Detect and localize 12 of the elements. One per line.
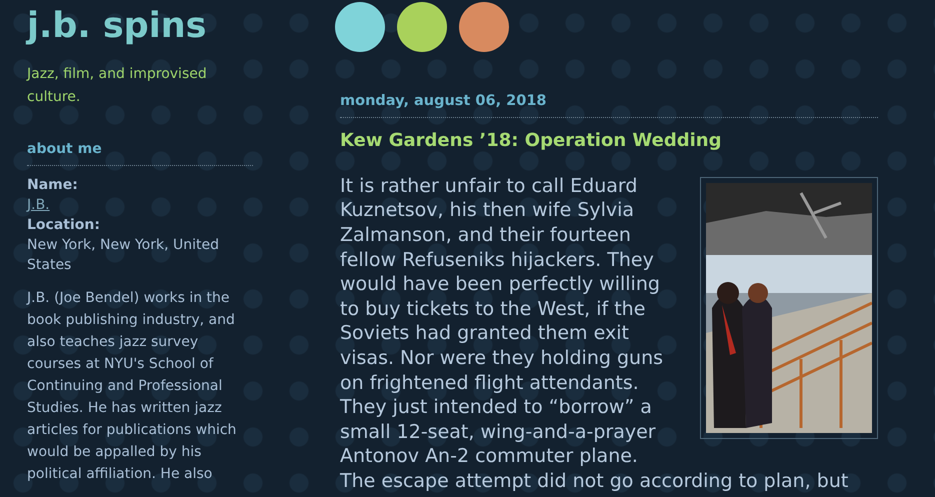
post-date: monday, august 06, 2018 [340,91,878,118]
field-value: New York, New York, United States [27,236,220,275]
blog-tagline: Jazz, film, and improvised culture. [27,65,208,107]
post-body: It is rather unfair to call Eduard Kuznetsov, his then wife Sylvia Zalmanson, and their fourteen fellow Refuseniks hijackers. They would have been perfectly willing to buy tickets to the West, if the Soviets had granted them exit visas. Nor were they holding guns on frightened flight attendants. They just intended to “borrow” a small 12-seat, wing-and-a-prayer Antonov An-2 commuter plane. [340,174,664,469]
sidebar-heading: about me [27,139,253,166]
field-label: Name: [27,176,79,195]
bio-paragraph: J.B. (Joe Bendel) works in the book publishing industry, and also teaches jazz survey courses at NYU's School of Continuing and Professional Studies. He has written jazz articles for publications which would be appalled by his political affiliation. He also [27,289,238,484]
post-title[interactable]: Kew Gardens ’18: Operation Wedding [340,126,878,154]
profile-link[interactable]: J.B. [27,195,50,215]
field-label: Location: [27,216,101,235]
blog-title[interactable]: j.b. spins [27,0,260,44]
post-body: The escape attempt did not go according to plan, but [340,468,850,494]
